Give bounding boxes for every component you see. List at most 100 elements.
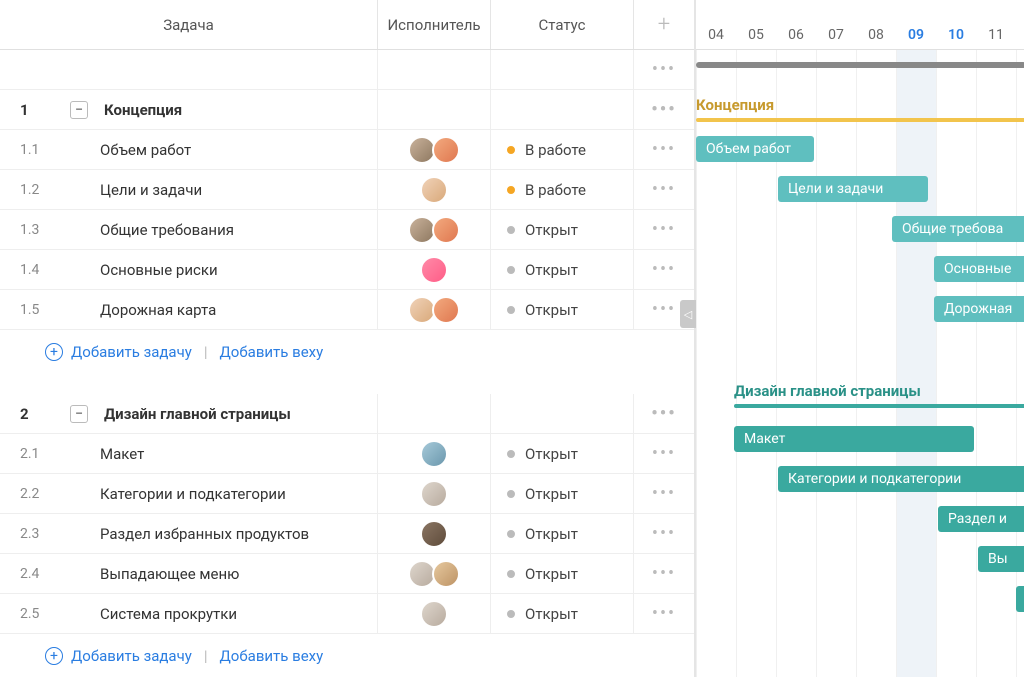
timeline-day[interactable]: 08 — [856, 27, 896, 49]
status-cell[interactable]: Открыт — [491, 514, 634, 553]
task-number: 1.3 — [20, 222, 60, 238]
group-title: Дизайн главной страницы — [104, 405, 291, 423]
add-task-link[interactable]: Добавить задачу — [71, 343, 192, 361]
gantt-task-bar[interactable]: Раздел и — [938, 506, 1024, 532]
gantt-task-bar[interactable]: Основные — [934, 256, 1024, 282]
assignee-cell[interactable] — [378, 250, 491, 289]
task-row[interactable]: 2.1 Макет Открыт ••• — [0, 434, 694, 474]
avatar[interactable] — [420, 440, 448, 468]
status-cell[interactable]: Открыт — [491, 554, 634, 593]
task-row[interactable]: 1.4 Основные риски Открыт ••• — [0, 250, 694, 290]
avatar[interactable] — [432, 560, 460, 588]
gantt-task-bar[interactable]: Дорожная — [934, 296, 1024, 322]
plus-circle-icon[interactable]: + — [45, 647, 63, 665]
collapse-toggle[interactable]: − — [70, 405, 88, 423]
status-dot — [507, 226, 515, 234]
avatar[interactable] — [432, 136, 460, 164]
avatar[interactable] — [420, 480, 448, 508]
status-dot — [507, 490, 515, 498]
col-status: Статус — [491, 0, 634, 49]
assignee-cell[interactable] — [378, 170, 491, 209]
assignee-cell[interactable] — [378, 474, 491, 513]
task-row[interactable]: 1.5 Дорожная карта Открыт ••• — [0, 290, 694, 330]
row-actions[interactable]: ••• — [634, 90, 694, 129]
task-row[interactable]: 1.3 Общие требования Открыт ••• — [0, 210, 694, 250]
row-actions[interactable]: ••• — [634, 130, 694, 169]
task-name: Категории и подкатегории — [100, 485, 286, 503]
gantt-task-bar[interactable] — [1016, 586, 1024, 612]
add-row: + Добавить задачу | Добавить веху — [0, 634, 694, 677]
status-label: Открыт — [525, 445, 578, 463]
add-milestone-link[interactable]: Добавить веху — [220, 647, 324, 665]
timeline-day[interactable]: 04 — [696, 27, 736, 49]
add-column-button[interactable]: + — [634, 0, 694, 49]
row-actions[interactable]: ••• — [634, 474, 694, 513]
task-row[interactable]: 2.3 Раздел избранных продуктов Открыт ••… — [0, 514, 694, 554]
status-label: В работе — [525, 181, 586, 199]
group-row[interactable]: 2 − Дизайн главной страницы ••• — [0, 394, 694, 434]
app-root: Задача Исполнитель Статус + ••• 1 − Конц… — [0, 0, 1024, 677]
status-cell[interactable]: В работе — [491, 170, 634, 209]
gantt-scrollbar[interactable] — [696, 62, 1024, 68]
timeline-day[interactable]: 05 — [736, 27, 776, 49]
gantt-task-bar[interactable]: Объем работ — [696, 136, 814, 162]
task-row[interactable]: 2.4 Выпадающее меню Открыт ••• — [0, 554, 694, 594]
row-actions[interactable]: ••• — [634, 170, 694, 209]
assignee-cell[interactable] — [378, 434, 491, 473]
gantt-task-bar[interactable]: Цели и задачи — [778, 176, 928, 202]
row-actions[interactable]: ••• — [634, 394, 694, 433]
row-actions[interactable]: ••• — [634, 250, 694, 289]
add-milestone-link[interactable]: Добавить веху — [220, 343, 324, 361]
task-number: 1.2 — [20, 182, 60, 198]
assignee-cell[interactable] — [378, 210, 491, 249]
plus-circle-icon[interactable]: + — [45, 343, 63, 361]
status-label: Открыт — [525, 485, 578, 503]
avatar[interactable] — [420, 520, 448, 548]
status-label: Открыт — [525, 221, 578, 239]
timeline-day[interactable]: 07 — [816, 27, 856, 49]
status-cell[interactable]: В работе — [491, 130, 634, 169]
gantt-group-bar[interactable] — [696, 118, 1024, 122]
status-cell[interactable]: Открыт — [491, 474, 634, 513]
assignee-cell[interactable] — [378, 594, 491, 633]
task-row[interactable]: 1.1 Объем работ В работе ••• — [0, 130, 694, 170]
row-actions[interactable]: ••• — [634, 210, 694, 249]
add-task-link[interactable]: Добавить задачу — [71, 647, 192, 665]
status-cell[interactable]: Открыт — [491, 290, 634, 329]
gantt-task-bar[interactable]: Общие требова — [892, 216, 1024, 242]
row-actions[interactable]: ••• — [634, 594, 694, 633]
row-actions[interactable]: ••• — [634, 434, 694, 473]
timeline-day[interactable]: 06 — [776, 27, 816, 49]
gantt-task-bar[interactable]: Вы — [978, 546, 1024, 572]
avatar[interactable] — [420, 600, 448, 628]
status-cell[interactable]: Открыт — [491, 210, 634, 249]
avatar[interactable] — [420, 256, 448, 284]
timeline-day[interactable]: 09 — [896, 27, 936, 49]
gantt-task-bar[interactable]: Макет — [734, 426, 974, 452]
task-number: 2.1 — [20, 446, 60, 462]
task-number: 1.5 — [20, 302, 60, 318]
collapse-panel-handle[interactable]: ◁ — [680, 300, 696, 328]
avatar[interactable] — [432, 296, 460, 324]
status-cell[interactable]: Открыт — [491, 594, 634, 633]
gantt-group-bar[interactable] — [734, 404, 1024, 408]
assignee-cell[interactable] — [378, 514, 491, 553]
assignee-cell[interactable] — [378, 554, 491, 593]
collapse-toggle[interactable]: − — [70, 101, 88, 119]
task-row[interactable]: 2.5 Система прокрутки Открыт ••• — [0, 594, 694, 634]
timeline-day[interactable]: 10 — [936, 27, 976, 49]
assignee-cell[interactable] — [378, 130, 491, 169]
group-row[interactable]: 1 − Концепция ••• — [0, 90, 694, 130]
status-cell[interactable]: Открыт — [491, 250, 634, 289]
status-cell[interactable]: Открыт — [491, 434, 634, 473]
task-row[interactable]: 1.2 Цели и задачи В работе ••• — [0, 170, 694, 210]
avatar[interactable] — [432, 216, 460, 244]
row-actions[interactable]: ••• — [634, 50, 694, 89]
avatar[interactable] — [420, 176, 448, 204]
timeline-day[interactable]: 11 — [976, 27, 1016, 49]
gantt-task-bar[interactable]: Категории и подкатегории — [778, 466, 1024, 492]
assignee-cell[interactable] — [378, 290, 491, 329]
task-row[interactable]: 2.2 Категории и подкатегории Открыт ••• — [0, 474, 694, 514]
row-actions[interactable]: ••• — [634, 554, 694, 593]
row-actions[interactable]: ••• — [634, 514, 694, 553]
